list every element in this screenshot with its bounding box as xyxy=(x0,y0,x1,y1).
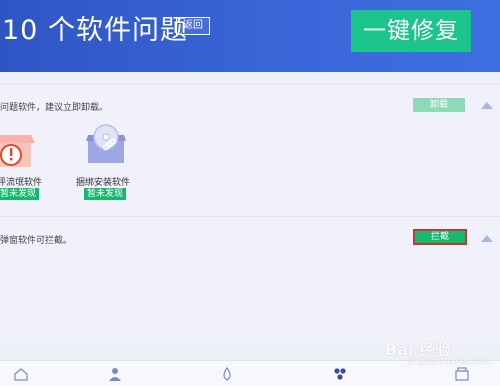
collapse-block-icon[interactable] xyxy=(481,235,493,242)
rogue-software-label: 评流氓软件 xyxy=(0,178,43,188)
one-click-fix-button[interactable]: 一键修复 xyxy=(351,10,471,52)
rogue-software-status: 暂未发现 xyxy=(0,188,40,200)
uninstall-description: 问题软件，建议立即卸载。 xyxy=(0,103,109,113)
header-bar: 10 个软件问题 返回 一键修复 xyxy=(0,0,500,72)
page-title: 10 个软件问题 xyxy=(2,15,188,46)
uninstall-section: 问题软件，建议立即卸载。 卸载 评流氓软件 暂未发现 捆绑安装软件 暂未发现 xyxy=(0,84,500,215)
person-icon[interactable] xyxy=(108,367,122,381)
block-button[interactable]: 拦截 xyxy=(413,229,467,245)
uninstall-button[interactable]: 卸载 xyxy=(413,98,465,112)
bundle-software-label: 捆绑安装软件 xyxy=(76,178,131,188)
back-button[interactable]: 返回 xyxy=(176,17,210,35)
block-section: 弹窗软件可拦截。 拦截 xyxy=(0,216,500,345)
bundle-software-status: 暂未发现 xyxy=(84,188,127,200)
bundle-disc-icon xyxy=(86,124,126,163)
block-description: 弹窗软件可拦截。 xyxy=(0,236,73,246)
collapse-uninstall-icon[interactable] xyxy=(481,102,493,109)
drop-icon[interactable] xyxy=(220,367,234,381)
baidu-watermark-url: jingyan.baidu.com xyxy=(408,357,492,367)
warning-box-icon xyxy=(0,135,35,167)
box-icon[interactable] xyxy=(455,367,469,381)
cluster-icon[interactable] xyxy=(333,367,347,381)
home-icon[interactable] xyxy=(14,367,28,381)
